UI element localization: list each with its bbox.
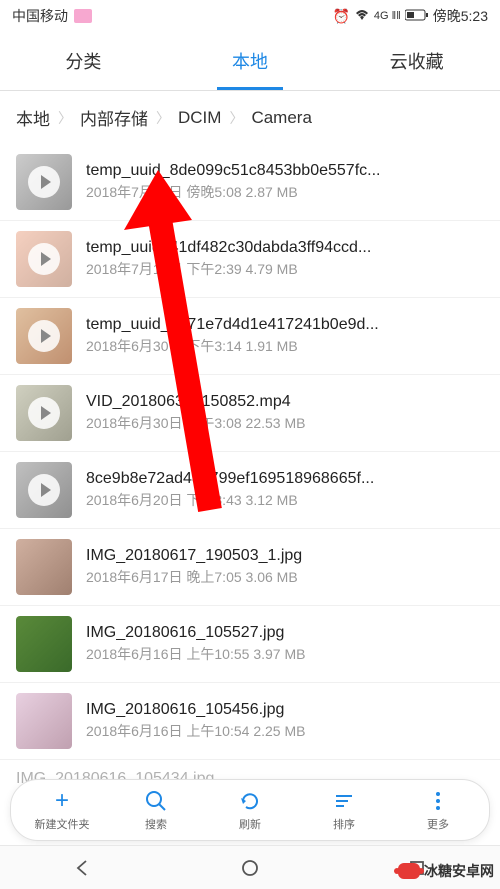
plus-icon: +: [49, 788, 75, 814]
new-folder-button[interactable]: + 新建文件夹: [15, 788, 109, 832]
chevron-right-icon: 〉: [156, 108, 170, 128]
file-name: temp_uuid_8de099c51c8453bb0e557fc...: [86, 162, 484, 180]
file-meta: 2018年6月17日 晚上7:05 3.06 MB: [86, 567, 484, 587]
breadcrumb-item[interactable]: DCIM: [178, 108, 221, 128]
tab-classify[interactable]: 分类: [0, 32, 167, 90]
file-name: IMG_20180616_105456.jpg: [86, 701, 484, 719]
tab-cloud[interactable]: 云收藏: [333, 32, 500, 90]
thumbnail: [16, 462, 72, 518]
back-button[interactable]: [72, 857, 94, 879]
file-name: IMG_20180616_105527.jpg: [86, 624, 484, 642]
play-icon: [28, 320, 60, 352]
file-name: temp_uuid_0b71e7d4d1e417241b0e9d...: [86, 316, 484, 334]
toolbar-label: 新建文件夹: [35, 816, 90, 832]
more-button[interactable]: 更多: [391, 788, 485, 832]
file-name: VID_20180630_150852.mp4: [86, 393, 484, 411]
list-item[interactable]: IMG_20180616_105456.jpg 2018年6月16日 上午10:…: [0, 683, 500, 760]
file-meta: 2018年6月16日 上午10:54 2.25 MB: [86, 721, 484, 741]
thumbnail: [16, 693, 72, 749]
thumbnail: [16, 616, 72, 672]
play-icon: [28, 243, 60, 275]
file-name: IMG_20180617_190503_1.jpg: [86, 547, 484, 565]
refresh-button[interactable]: 刷新: [203, 788, 297, 832]
file-meta: 2018年6月20日 下午3:43 3.12 MB: [86, 490, 484, 510]
carrier-label: 中国移动: [12, 6, 68, 26]
thumbnail: [16, 231, 72, 287]
list-item[interactable]: VID_20180630_150852.mp4 2018年6月30日 下午3:0…: [0, 375, 500, 452]
search-icon: [143, 788, 169, 814]
file-meta: 2018年7月15日 下午2:39 4.79 MB: [86, 259, 484, 279]
list-item[interactable]: 8ce9b8e72ad486799ef169518968665f... 2018…: [0, 452, 500, 529]
top-tabs: 分类 本地 云收藏: [0, 32, 500, 91]
file-meta: 2018年7月15日 傍晚5:08 2.87 MB: [86, 182, 484, 202]
tab-local[interactable]: 本地: [167, 32, 334, 90]
file-meta: 2018年6月16日 上午10:55 3.97 MB: [86, 644, 484, 664]
clock-label: 傍晚5:23: [433, 6, 488, 26]
thumbnail: [16, 385, 72, 441]
signal-icon: 4G ‖‖: [374, 10, 401, 22]
watermark-text: 冰糖安卓网: [424, 861, 494, 881]
chevron-right-icon: 〉: [229, 108, 243, 128]
battery-icon: [405, 8, 429, 24]
list-item[interactable]: temp_uuid_0b71e7d4d1e417241b0e9d... 2018…: [0, 298, 500, 375]
file-name: temp_uuid_41df482c30dabda3ff94ccd...: [86, 239, 484, 257]
toolbar-label: 搜索: [145, 816, 167, 832]
file-meta: 2018年6月30日 下午3:08 22.53 MB: [86, 413, 484, 433]
file-name: 8ce9b8e72ad486799ef169518968665f...: [86, 470, 484, 488]
play-icon: [28, 166, 60, 198]
refresh-icon: [237, 788, 263, 814]
list-item[interactable]: temp_uuid_8de099c51c8453bb0e557fc... 201…: [0, 144, 500, 221]
toolbar-label: 刷新: [239, 816, 261, 832]
thumbnail: [16, 154, 72, 210]
chevron-right-icon: 〉: [58, 108, 72, 128]
thumbnail: [16, 539, 72, 595]
toolbar-label: 更多: [427, 816, 449, 832]
toolbar-label: 排序: [333, 816, 355, 832]
breadcrumb-item[interactable]: 内部存储: [80, 105, 148, 130]
home-button[interactable]: [239, 857, 261, 879]
notification-icon: [74, 9, 92, 23]
breadcrumb: 本地 〉 内部存储 〉 DCIM 〉 Camera: [0, 91, 500, 144]
watermark: 冰糖安卓网: [398, 861, 494, 881]
play-icon: [28, 474, 60, 506]
bottom-toolbar: + 新建文件夹 搜索 刷新 排序 更多: [10, 779, 490, 841]
sort-icon: [331, 788, 357, 814]
wifi-icon: [354, 8, 370, 24]
status-bar: 中国移动 ⏰ 4G ‖‖ 傍晚5:23: [0, 0, 500, 32]
watermark-logo-icon: [398, 863, 420, 879]
thumbnail: [16, 308, 72, 364]
breadcrumb-item[interactable]: Camera: [251, 108, 311, 128]
breadcrumb-item[interactable]: 本地: [16, 105, 50, 130]
sort-button[interactable]: 排序: [297, 788, 391, 832]
file-list: temp_uuid_8de099c51c8453bb0e557fc... 201…: [0, 144, 500, 798]
list-item[interactable]: temp_uuid_41df482c30dabda3ff94ccd... 201…: [0, 221, 500, 298]
play-icon: [28, 397, 60, 429]
alarm-icon: ⏰: [332, 8, 349, 25]
search-button[interactable]: 搜索: [109, 788, 203, 832]
file-meta: 2018年6月30日 下午3:14 1.91 MB: [86, 336, 484, 356]
list-item[interactable]: IMG_20180616_105527.jpg 2018年6月16日 上午10:…: [0, 606, 500, 683]
list-item[interactable]: IMG_20180617_190503_1.jpg 2018年6月17日 晚上7…: [0, 529, 500, 606]
more-icon: [425, 788, 451, 814]
